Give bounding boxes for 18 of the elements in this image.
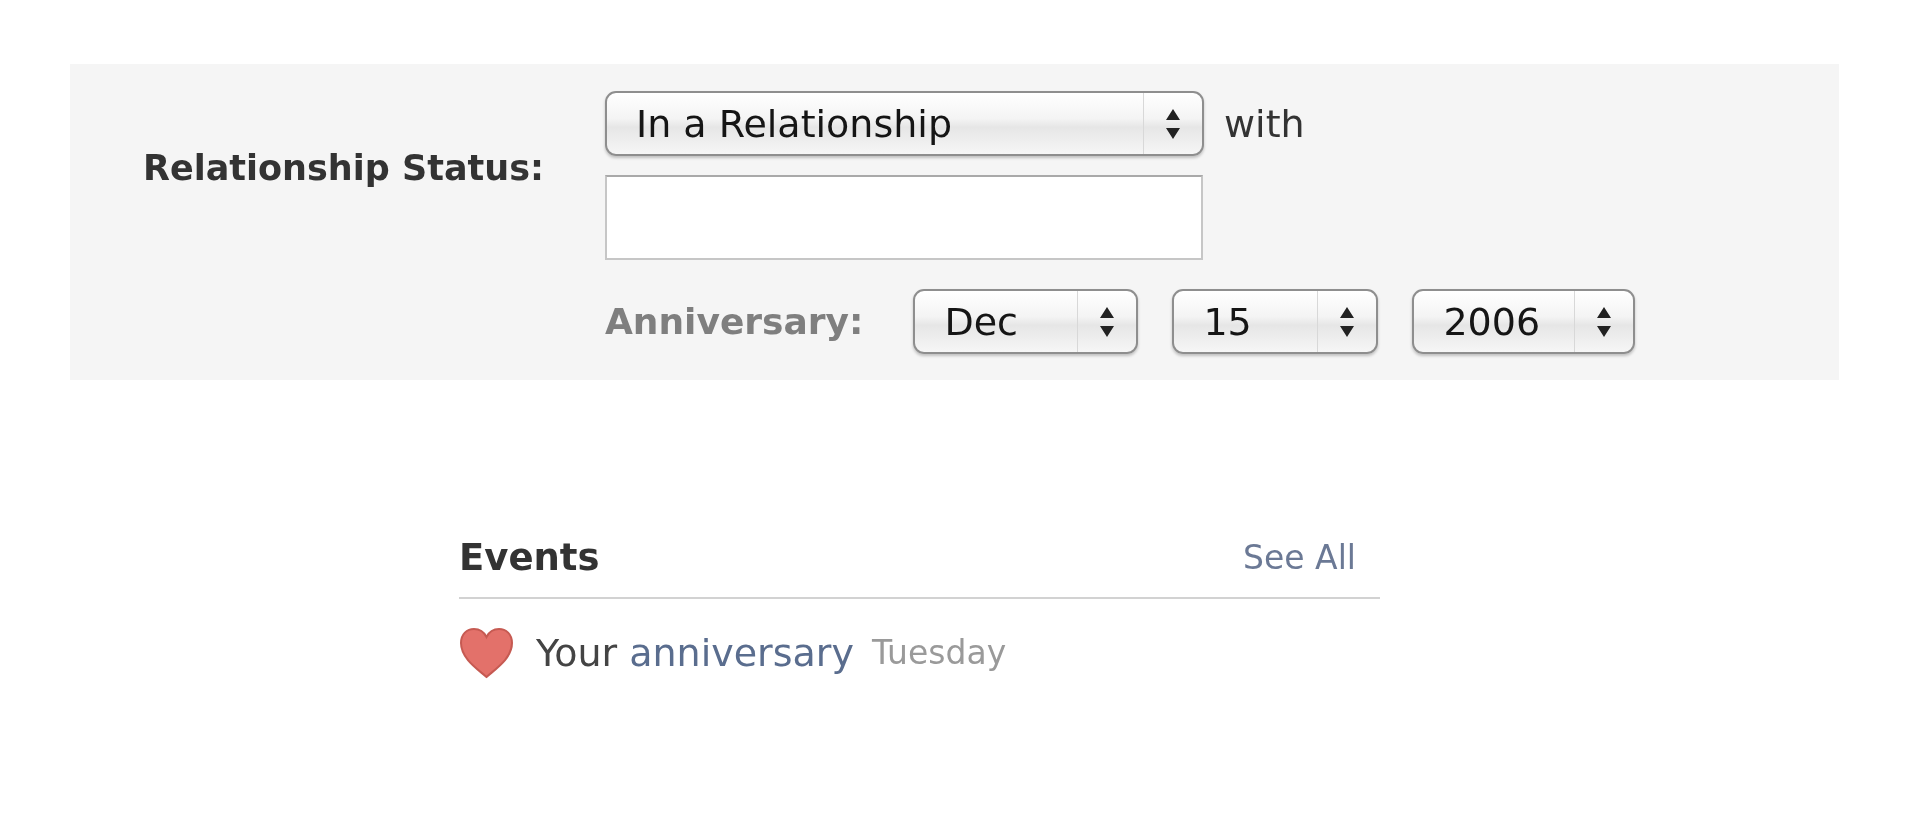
- event-text: Your anniversary: [536, 630, 854, 676]
- up-down-arrows-icon: [1597, 306, 1612, 337]
- up-down-arrows-icon: [1166, 108, 1180, 139]
- up-down-arrows-icon: [1100, 306, 1115, 337]
- relationship-status-dropdown[interactable]: In a Relationship: [605, 91, 1204, 156]
- month-dropdown[interactable]: Dec: [913, 289, 1139, 354]
- partner-name-field[interactable]: [605, 175, 1203, 260]
- year-dropdown[interactable]: 2006: [1412, 289, 1636, 354]
- event-day: Tuesday: [871, 633, 1007, 673]
- event-link[interactable]: anniversary: [629, 631, 854, 675]
- day-dropdown[interactable]: 15: [1172, 289, 1379, 354]
- anniversary-label: Anniversary:: [605, 299, 864, 344]
- up-down-arrows-icon: [1340, 306, 1355, 337]
- heart-icon: [459, 627, 514, 679]
- see-all-link[interactable]: See All: [1243, 538, 1356, 578]
- relationship-status-label: Relationship Status:: [143, 147, 544, 190]
- with-label: with: [1224, 101, 1305, 146]
- events-heading: Events: [459, 536, 600, 580]
